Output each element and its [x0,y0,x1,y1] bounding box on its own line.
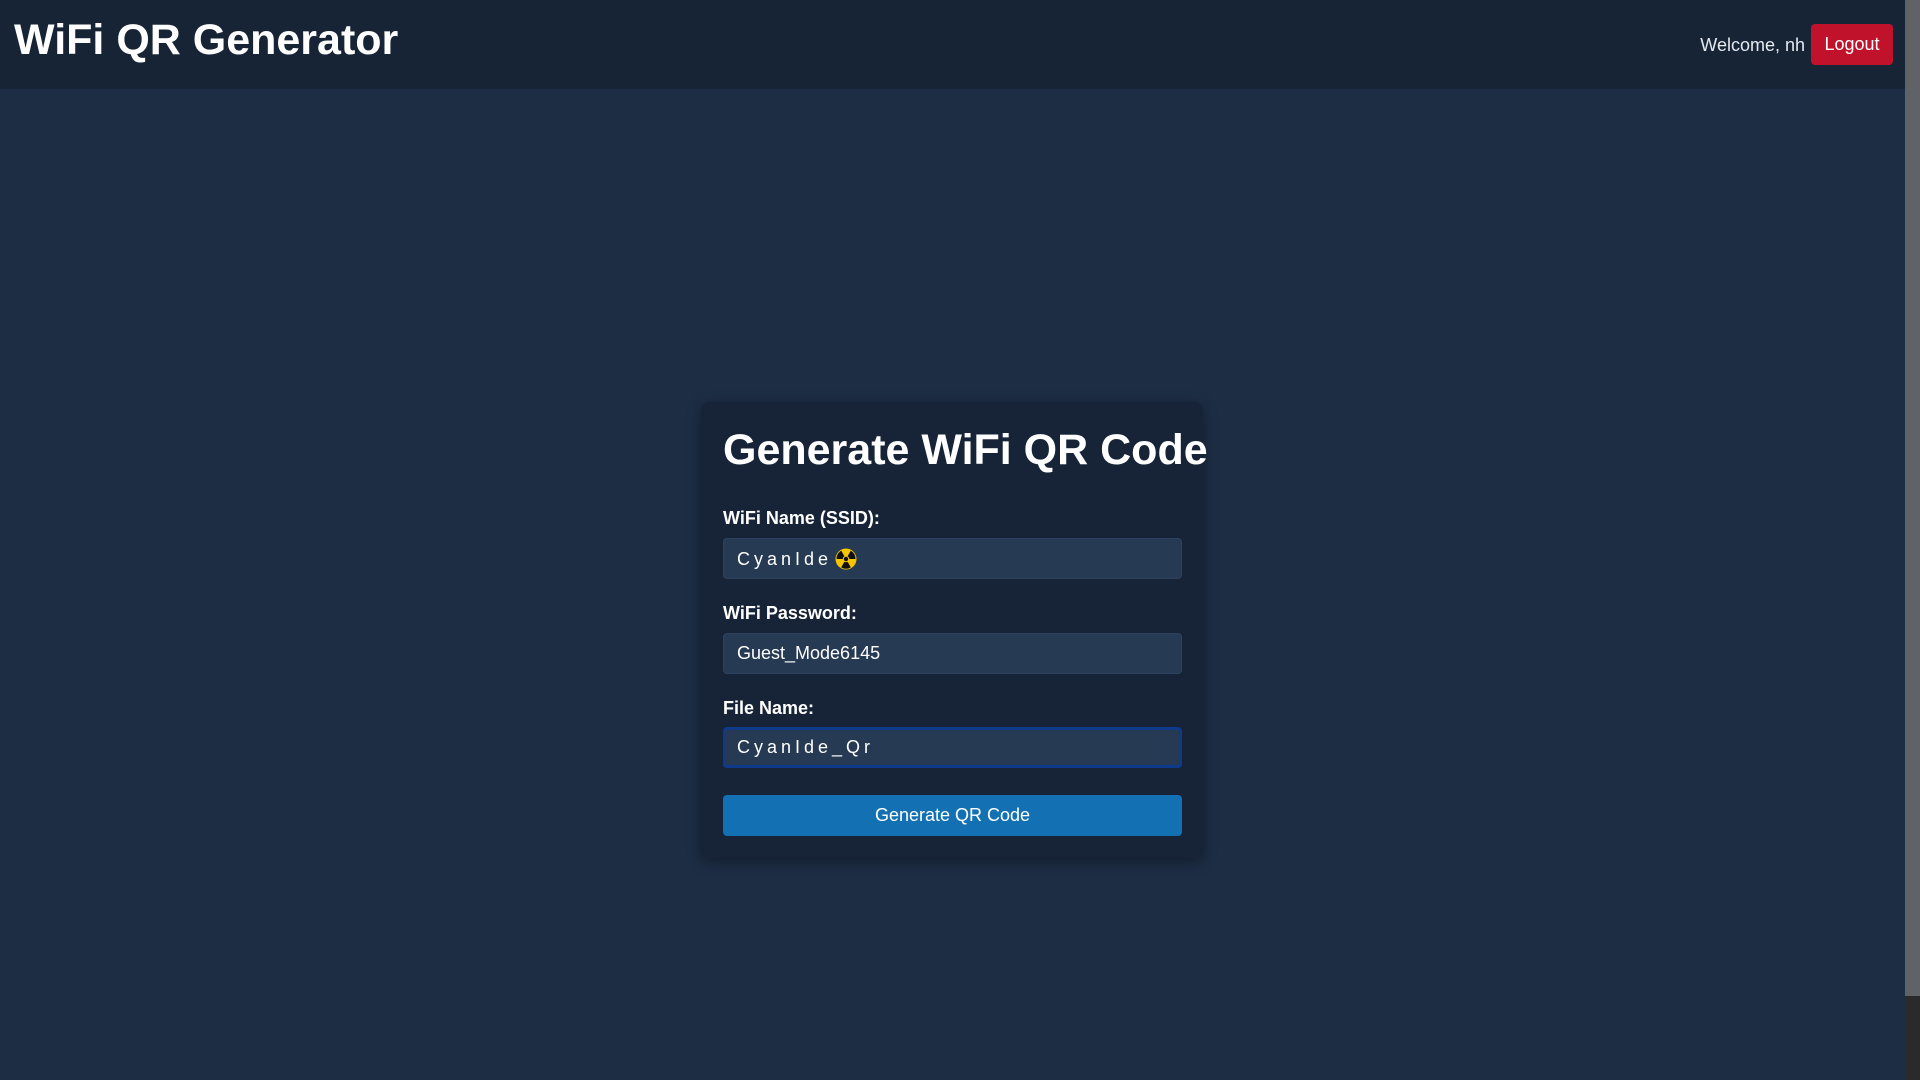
form-title: Generate WiFi QR Code [723,426,1208,474]
radiation-icon [835,548,857,570]
ssid-label: WiFi Name (SSID): [723,508,880,528]
logout-button[interactable]: Logout [1811,24,1893,65]
top-navbar: WiFi QR Generator Welcome, nh Logout [0,0,1905,89]
welcome-text: Welcome, nh [1700,35,1805,55]
ssid-value: CyanIde [737,549,833,569]
filename-input[interactable] [723,727,1182,768]
qr-form-card: Generate WiFi QR Code WiFi Name (SSID): … [701,402,1208,858]
page-scrollbar[interactable] [1905,0,1920,1080]
scrollbar-thumb[interactable] [1905,0,1920,996]
generate-qr-button[interactable]: Generate QR Code [723,795,1182,836]
password-input[interactable] [723,633,1182,674]
filename-label: File Name: [723,698,815,718]
ssid-input[interactable]: CyanIde [723,538,1182,579]
password-label: WiFi Password: [723,603,857,623]
app-title: WiFi QR Generator [14,16,399,64]
page: WiFi QR Generator Welcome, nh Logout Gen… [0,0,1920,1080]
